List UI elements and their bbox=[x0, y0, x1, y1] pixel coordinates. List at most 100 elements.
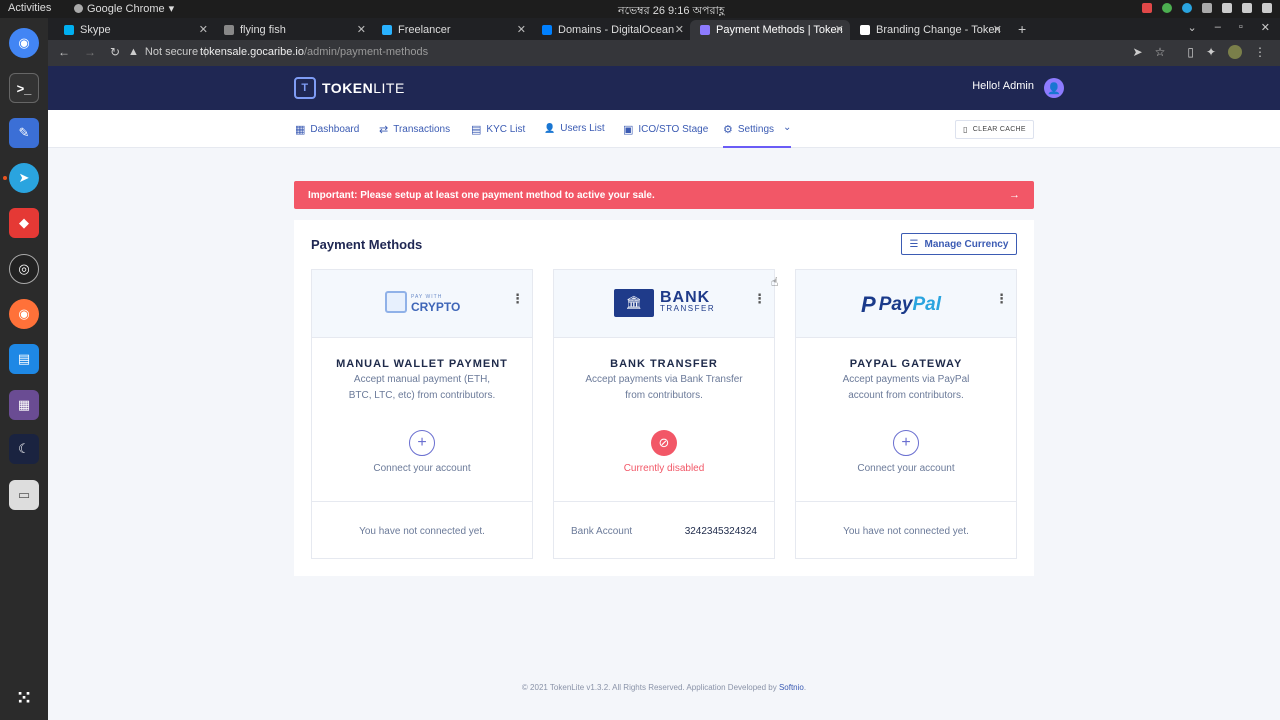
telegram-icon[interactable]: ➤ bbox=[9, 163, 39, 193]
power-icon bbox=[1262, 3, 1272, 13]
nav-settings[interactable]: ⚙ Settings ⌄ bbox=[723, 122, 792, 148]
tab-label: Branding Change - Token bbox=[876, 24, 1001, 36]
logo-small-text: TRANSFER bbox=[660, 304, 716, 313]
tab-digitalocean[interactable]: Domains - DigitalOcean ✕ bbox=[532, 20, 690, 40]
more-options-icon[interactable]: ⋮ bbox=[753, 292, 766, 305]
close-icon[interactable]: ✕ bbox=[675, 23, 684, 36]
card-bank-transfer: 🏛 BANK TRANSFER ⋮ BANK TRANSFER Accept pa… bbox=[553, 269, 775, 559]
back-icon[interactable]: ← bbox=[58, 45, 70, 59]
chrome-dock-icon[interactable]: ◉ bbox=[9, 28, 39, 58]
disabled-status[interactable]: Currently disabled bbox=[554, 463, 774, 474]
close-window-icon[interactable]: ✕ bbox=[1261, 21, 1270, 34]
browser-actions: ➤ ☆ ▯ ✦ ⋮ bbox=[1133, 45, 1266, 59]
menu-icon[interactable]: ⋮ bbox=[1254, 45, 1266, 59]
new-tab-button[interactable]: + bbox=[1018, 21, 1026, 37]
url-field[interactable]: tokensale.gocaribe.io/admin/payment-meth… bbox=[200, 46, 428, 58]
freelancer-icon bbox=[382, 25, 392, 35]
tokenlite-logo[interactable]: T TOKEN LITE bbox=[294, 77, 405, 99]
close-icon[interactable]: ✕ bbox=[199, 23, 208, 36]
bookmark-star-icon[interactable]: ☆ bbox=[1155, 45, 1166, 59]
close-icon[interactable]: ✕ bbox=[835, 23, 844, 36]
more-options-icon[interactable]: ⋮ bbox=[995, 292, 1008, 305]
nav-label: Dashboard bbox=[310, 124, 360, 135]
tokenlite-logo-icon: T bbox=[294, 77, 316, 99]
tab-flying-fish[interactable]: flying fish ✕ bbox=[214, 20, 372, 40]
firefox-icon[interactable]: ◉ bbox=[9, 299, 39, 329]
connection-status: You have not connected yet. bbox=[359, 526, 485, 537]
obs-icon[interactable]: ◎ bbox=[9, 254, 39, 284]
tab-label: Domains - DigitalOcean bbox=[558, 24, 675, 36]
close-icon[interactable]: ✕ bbox=[357, 23, 366, 36]
clear-cache-button[interactable]: ▯ CLEAR CACHE bbox=[955, 120, 1034, 139]
telegram-tray-icon bbox=[1182, 3, 1192, 13]
restore-icon[interactable]: ▫ bbox=[1239, 21, 1243, 34]
tab-skype[interactable]: Skype ✕ bbox=[54, 20, 214, 40]
close-icon[interactable]: ✕ bbox=[993, 23, 1002, 36]
page-footer: © 2021 TokenLite v1.3.2. All Rights Rese… bbox=[48, 683, 1280, 692]
arrow-right-icon[interactable]: → bbox=[1009, 189, 1020, 201]
nav-dashboard[interactable]: ▦ Dashboard bbox=[295, 123, 359, 136]
connect-account-link[interactable]: Connect your account bbox=[796, 463, 1016, 474]
bank-account-label: Bank Account bbox=[571, 526, 633, 537]
close-icon[interactable]: ✕ bbox=[517, 23, 526, 36]
stage-icon: ▣ bbox=[623, 124, 634, 136]
text-editor-icon[interactable]: ✎ bbox=[9, 118, 39, 148]
nav-users-list[interactable]: 👤 Users List bbox=[544, 123, 605, 134]
terminal-icon[interactable]: >_ bbox=[9, 73, 39, 103]
profile-avatar[interactable] bbox=[1228, 45, 1242, 59]
card-title: MANUAL WALLET PAYMENT bbox=[336, 358, 508, 370]
user-avatar-icon[interactable]: 👤 bbox=[1044, 78, 1064, 98]
connect-account-link[interactable]: Connect your account bbox=[312, 463, 532, 474]
logo-pay-text: Pay bbox=[878, 294, 913, 315]
reading-mode-icon[interactable]: ▯ bbox=[1187, 45, 1194, 59]
setup-alert[interactable]: Important: Please setup at least one pay… bbox=[294, 181, 1034, 209]
logo-big-text: CRYPTO bbox=[411, 300, 461, 314]
app-menu[interactable]: Google Chrome ▾ bbox=[74, 2, 174, 15]
card-manual-wallet: PAY WITH CRYPTO ⋮ MANUAL WALLET PAYMENT A… bbox=[311, 269, 533, 559]
footer-end: . bbox=[803, 683, 807, 692]
card-description: Accept payments via Bank Transfer from c… bbox=[585, 374, 743, 401]
security-indicator[interactable]: ▲ Not secure | bbox=[128, 46, 207, 58]
app-name: Google Chrome bbox=[87, 2, 165, 15]
logo-big-text: BANK bbox=[660, 289, 711, 306]
activities-button[interactable]: Activities bbox=[8, 2, 51, 14]
tab-branding-change[interactable]: Branding Change - Token ✕ bbox=[850, 20, 1008, 40]
manage-currency-button[interactable]: ☰ Manage Currency bbox=[901, 233, 1017, 255]
payment-methods-panel: Payment Methods ☰ Manage Currency PAY WIT… bbox=[294, 220, 1034, 576]
wallpaper-icon[interactable]: ☾ bbox=[9, 434, 39, 464]
system-tray[interactable] bbox=[1142, 3, 1272, 13]
card-title: BANK TRANSFER bbox=[610, 358, 718, 370]
tab-freelancer[interactable]: Freelancer ✕ bbox=[372, 20, 532, 40]
send-icon[interactable]: ➤ bbox=[1133, 45, 1143, 59]
browser-nav: ← → ↻ bbox=[58, 45, 120, 59]
nav-ico-sto-stage[interactable]: ▣ ICO/STO Stage bbox=[623, 123, 708, 136]
tab-label: flying fish bbox=[240, 24, 286, 36]
plus-icon[interactable]: + bbox=[893, 430, 919, 456]
disabled-icon[interactable]: ⊘ bbox=[651, 430, 677, 456]
video-editor-icon[interactable]: ▦ bbox=[9, 390, 39, 420]
show-apps-icon[interactable]: ⁙ bbox=[9, 683, 39, 713]
card-header: 🏛 BANK TRANSFER ⋮ bbox=[554, 270, 774, 338]
anydesk-icon[interactable]: ◆ bbox=[9, 208, 39, 238]
files-icon[interactable]: ▭ bbox=[9, 480, 39, 510]
tokenlite-icon bbox=[700, 25, 710, 35]
writer-icon[interactable]: ▤ bbox=[9, 344, 39, 374]
site-header: T TOKEN LITE Hello! Admin 👤 bbox=[48, 66, 1280, 110]
tab-search-icon[interactable]: ⌄ bbox=[1188, 21, 1197, 34]
volume-icon bbox=[1242, 3, 1252, 13]
plus-icon[interactable]: + bbox=[409, 430, 435, 456]
camera-icon bbox=[1142, 3, 1152, 13]
address-bar: ← → ↻ ▲ Not secure | tokensale.gocaribe.io… bbox=[48, 40, 1280, 66]
footer-brand-link[interactable]: Softnio bbox=[779, 683, 804, 692]
user-greeting[interactable]: Hello! Admin bbox=[972, 80, 1034, 92]
forward-icon[interactable]: → bbox=[84, 45, 96, 59]
nav-kyc-list[interactable]: ▤ KYC List bbox=[471, 123, 525, 136]
tab-label: Payment Methods | Token bbox=[716, 24, 843, 36]
minimize-icon[interactable]: – bbox=[1215, 21, 1221, 34]
tab-payment-methods[interactable]: Payment Methods | Token ✕ bbox=[690, 20, 850, 40]
nav-transactions[interactable]: ⇄ Transactions bbox=[379, 123, 450, 136]
reload-icon[interactable]: ↻ bbox=[110, 45, 120, 59]
extensions-icon[interactable]: ✦ bbox=[1206, 45, 1216, 59]
more-options-icon[interactable]: ⋮ bbox=[511, 292, 524, 305]
chrome-tray-icon bbox=[1162, 3, 1172, 13]
